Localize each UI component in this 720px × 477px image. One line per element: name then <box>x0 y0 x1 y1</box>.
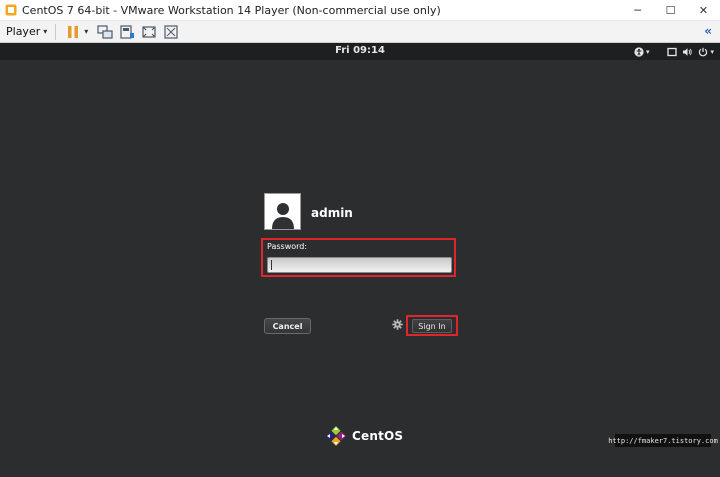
gear-icon[interactable] <box>392 319 403 330</box>
collapse-toolbar-icon[interactable]: « <box>704 24 712 38</box>
fullscreen-icon <box>142 25 156 38</box>
gnome-top-bar: Fri 09:14 ▾ ▾ <box>0 43 720 60</box>
power-icon <box>699 47 708 56</box>
unity-icon <box>164 24 178 39</box>
signin-highlight-box: Sign In <box>406 315 458 336</box>
chevron-down-icon: ▾ <box>710 47 714 56</box>
player-menu-label: Player <box>6 25 41 38</box>
accessibility-icon <box>634 46 644 57</box>
send-ctrl-alt-del-button[interactable] <box>94 23 116 41</box>
send-ctrl-alt-del-icon <box>97 24 113 39</box>
cancel-button[interactable]: Cancel <box>264 318 311 334</box>
pause-dropdown-icon[interactable]: ▾ <box>84 27 88 36</box>
signin-button[interactable]: Sign In <box>412 319 452 333</box>
pause-button[interactable] <box>62 23 84 41</box>
player-menu-button[interactable]: Player ▾ <box>6 25 47 38</box>
window-titlebar: CentOS 7 64-bit - VMware Workstation 14 … <box>0 0 720 21</box>
user-icon <box>271 203 294 229</box>
display-icon <box>667 47 678 56</box>
fullscreen-button[interactable] <box>138 23 160 41</box>
window-title: CentOS 7 64-bit - VMware Workstation 14 … <box>22 3 441 17</box>
removable-devices-icon <box>120 24 135 39</box>
minimize-button[interactable]: ─ <box>621 0 654 21</box>
password-label: Password: <box>267 242 308 251</box>
maximize-button[interactable]: ☐ <box>654 0 687 21</box>
unity-button[interactable] <box>160 23 182 41</box>
chevron-down-icon: ▾ <box>43 27 48 36</box>
watermark-url: http://fmaker7.tistory.com <box>608 434 718 447</box>
clock[interactable]: Fri 09:14 <box>0 45 720 56</box>
chevron-down-icon: ▾ <box>645 47 650 56</box>
pause-icon <box>68 25 79 38</box>
toolbar-divider <box>55 23 57 40</box>
vmware-toolbar: Player ▾ ▾ « <box>0 21 720 43</box>
close-button[interactable]: ✕ <box>687 0 720 21</box>
system-menu[interactable]: ▾ <box>667 44 714 59</box>
avatar <box>264 193 301 230</box>
password-input[interactable] <box>267 257 452 273</box>
password-highlight-box: Password: <box>261 238 456 277</box>
centos-logo-icon <box>326 426 346 446</box>
removable-devices-button[interactable] <box>116 23 138 41</box>
accessibility-menu[interactable]: ▾ <box>634 44 650 59</box>
volume-icon <box>683 47 693 56</box>
vmware-app-icon <box>5 4 17 16</box>
username-label: admin <box>311 206 353 220</box>
centos-wordmark: CentOS <box>352 429 404 443</box>
text-cursor <box>271 260 272 270</box>
